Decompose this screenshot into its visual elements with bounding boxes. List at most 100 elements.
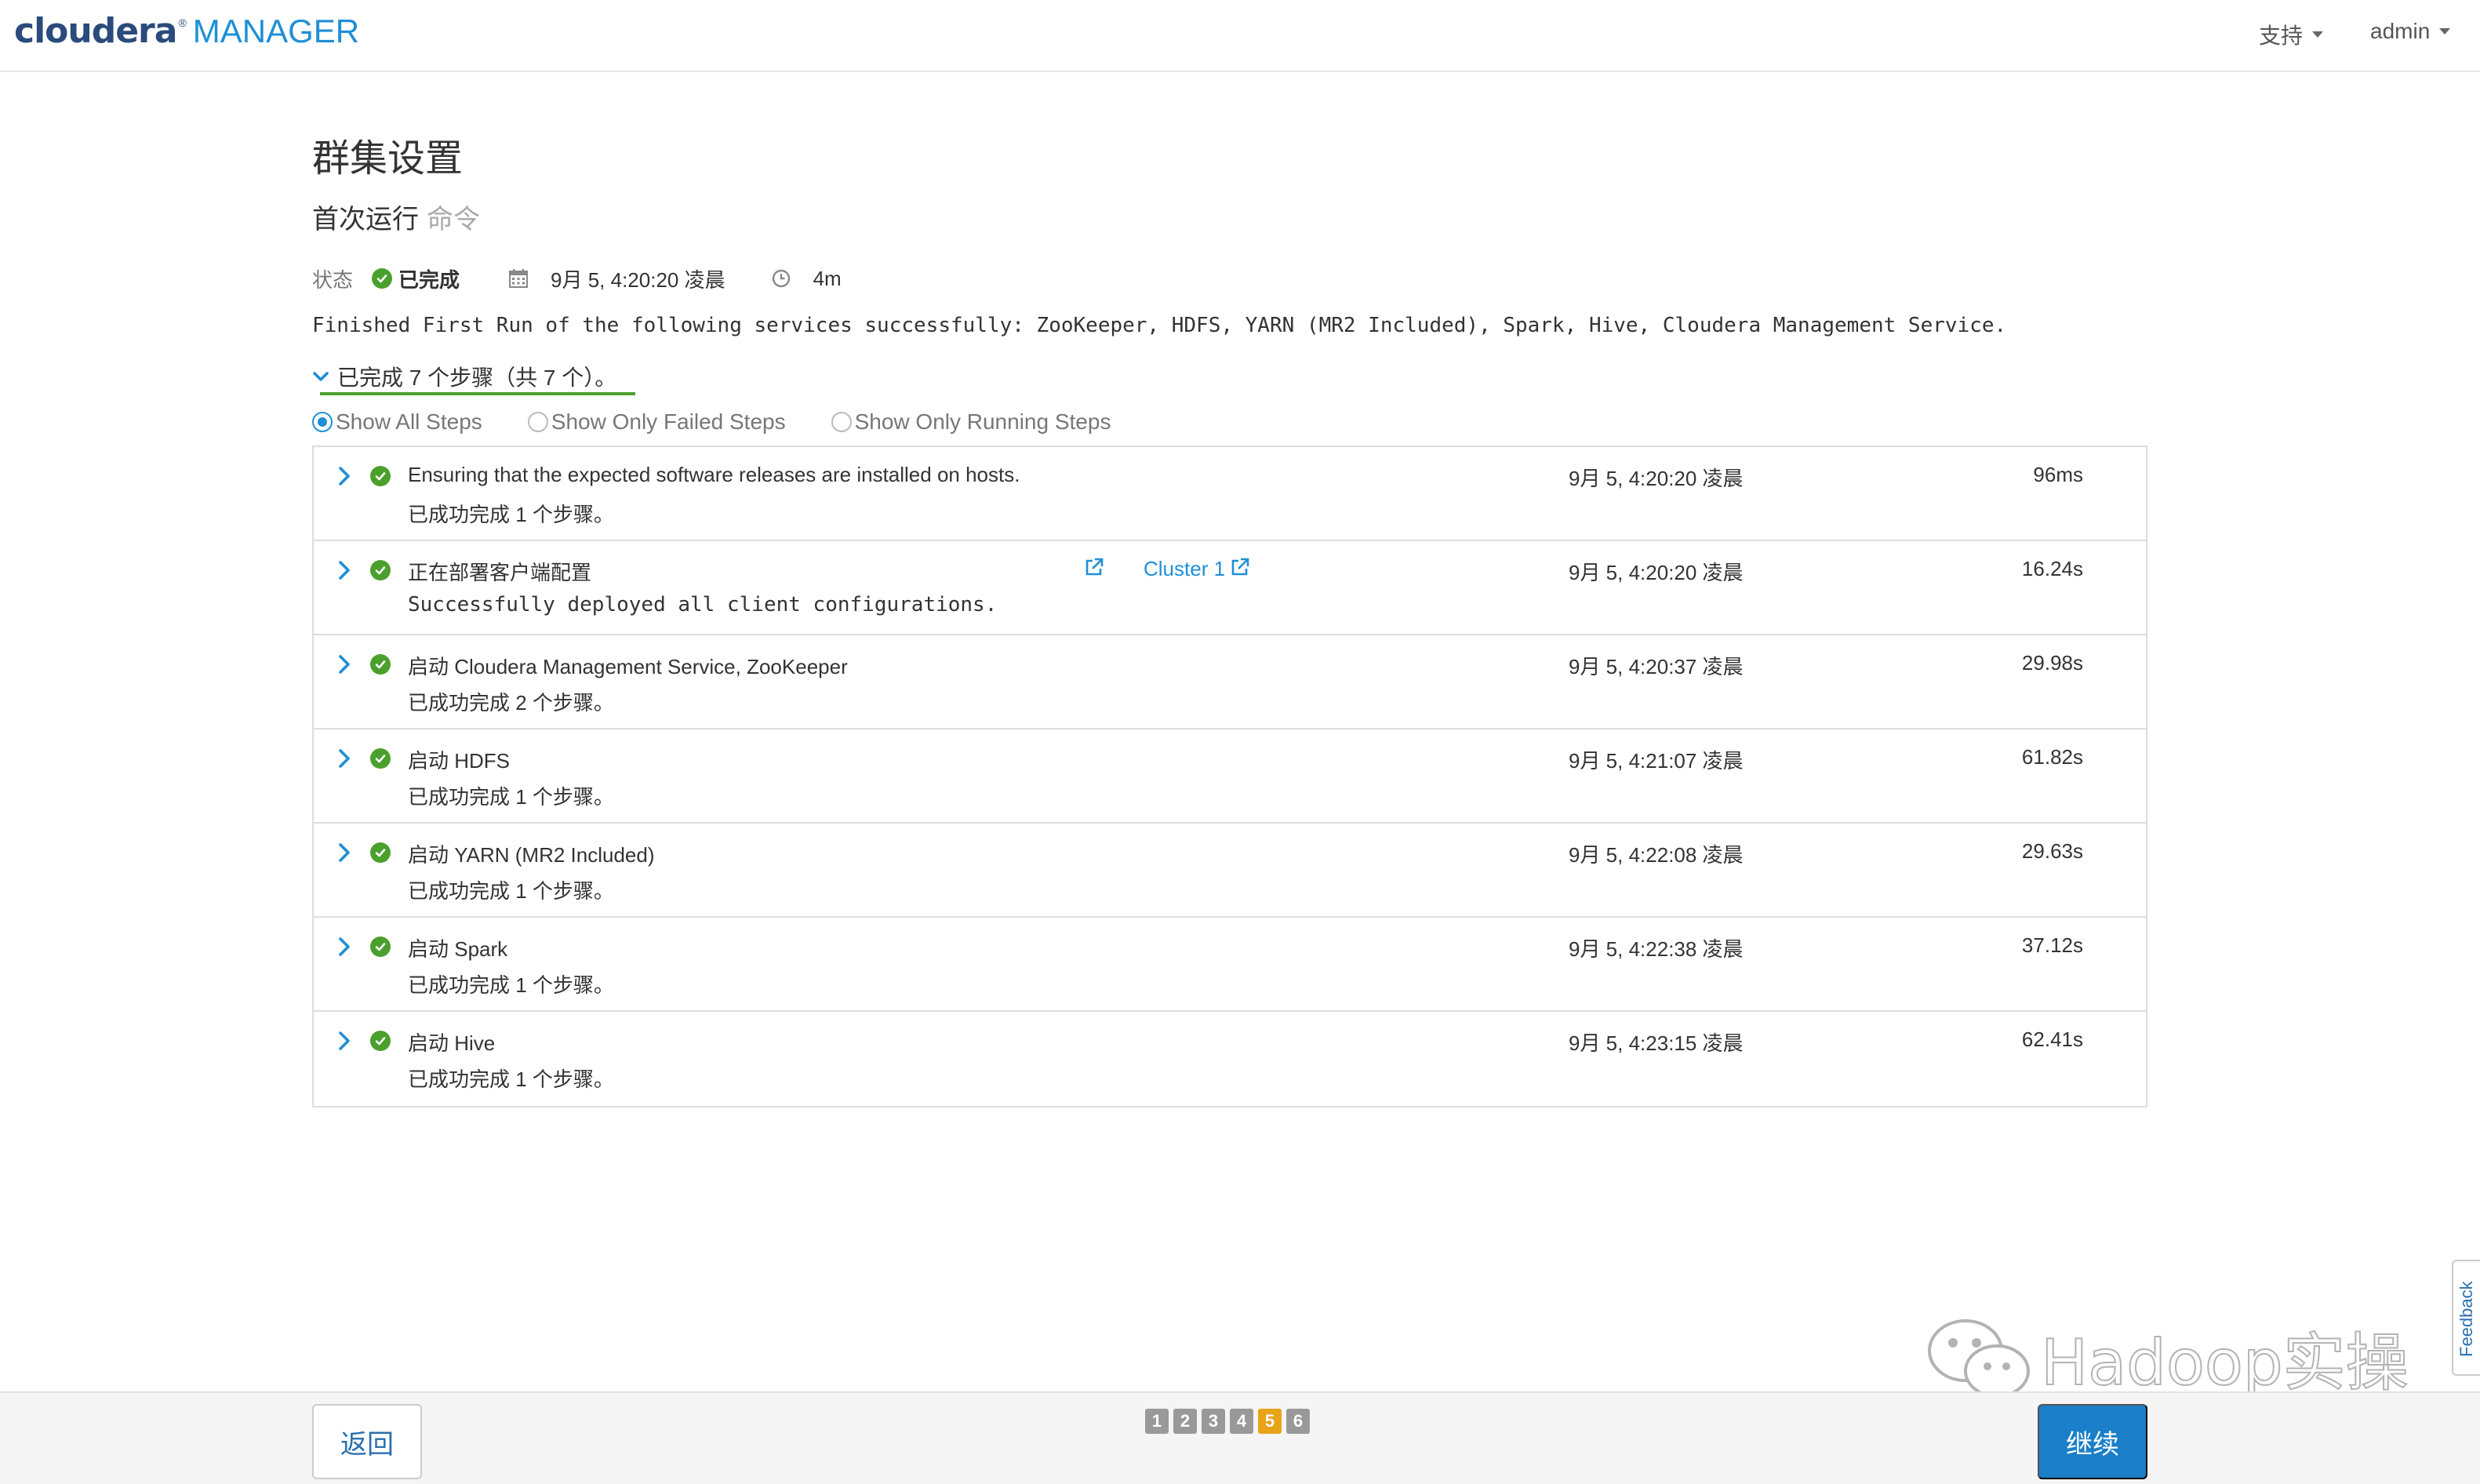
step-detail: 已成功完成 1 个步骤。	[408, 785, 614, 809]
step-detail: 已成功完成 1 个步骤。	[408, 879, 614, 903]
command-name: 首次运行	[312, 205, 419, 235]
check-circle-icon	[370, 466, 391, 486]
external-link-icon[interactable]	[1084, 557, 1104, 577]
feedback-tab[interactable]: Feedback	[2452, 1260, 2480, 1376]
logo-main-text: cloudera	[14, 11, 177, 51]
check-circle-icon	[370, 748, 391, 769]
step-start-time: 9月 5, 4:21:07 凌晨	[1569, 749, 1744, 773]
cluster-link-label: Cluster 1	[1144, 557, 1226, 580]
step-duration: 62.41s	[2021, 1028, 2083, 1051]
status-value: 已完成	[398, 267, 460, 292]
step-detail: 已成功完成 2 个步骤。	[408, 691, 614, 715]
step-filters: Show All Steps Show Only Failed Steps Sh…	[312, 406, 1111, 438]
feedback-label: Feedback	[2456, 1281, 2476, 1357]
wizard-step-2[interactable]: 2	[1173, 1409, 1197, 1434]
top-navbar: cloudera ® MANAGER 支持 admin	[0, 0, 2480, 72]
caret-down-icon	[2439, 28, 2451, 35]
external-link-icon[interactable]	[1230, 557, 1250, 577]
wizard-footer: 返回 1 2 3 4 5 6 继续	[0, 1391, 2480, 1484]
radio-unselected-icon[interactable]	[527, 412, 548, 432]
watermark-text: Hadoop实操	[2040, 1326, 2409, 1400]
page-title: 群集设置	[312, 138, 464, 180]
table-row: Ensuring that the expected software rele…	[314, 447, 2146, 541]
wechat-logo-icon	[1928, 1319, 2030, 1398]
filter-running-steps[interactable]: Show Only Running Steps	[831, 409, 1111, 435]
radio-selected-icon[interactable]	[312, 412, 333, 432]
status-date: 9月 5, 4:20:20 凌晨	[551, 267, 725, 292]
filter-failed-steps[interactable]: Show Only Failed Steps	[527, 409, 786, 435]
filter-all-steps[interactable]: Show All Steps	[312, 409, 482, 435]
step-title: 启动 YARN (MR2 Included)	[408, 843, 655, 867]
wechat-watermark: Hadoop实操	[1920, 1315, 2409, 1401]
support-menu-label: 支持	[2259, 24, 2304, 48]
wizard-step-1[interactable]: 1	[1145, 1409, 1169, 1434]
command-subtitle: 首次运行 命令	[312, 198, 480, 236]
chevron-right-icon[interactable]	[336, 842, 353, 863]
chevron-down-icon	[313, 372, 329, 381]
wizard-step-4[interactable]: 4	[1230, 1409, 1253, 1434]
cluster-link[interactable]: Cluster 1	[1144, 557, 1225, 581]
check-circle-icon	[372, 268, 393, 289]
filter-failed-label: Show Only Failed Steps	[551, 409, 786, 434]
wizard-step-5-current[interactable]: 5	[1258, 1409, 1282, 1434]
step-detail: 已成功完成 1 个步骤。	[408, 503, 614, 526]
step-title: 启动 Cloudera Management Service, ZooKeepe…	[408, 655, 848, 678]
calendar-icon	[509, 269, 529, 288]
table-row: 启动 YARN (MR2 Included) 已成功完成 1 个步骤。 9月 5…	[314, 824, 2146, 918]
step-start-time: 9月 5, 4:23:15 凌晨	[1569, 1031, 1744, 1055]
step-duration: 61.82s	[2021, 745, 2083, 769]
run-summary: Finished First Run of the following serv…	[312, 314, 2007, 337]
wizard-step-pager: 1 2 3 4 5 6	[1145, 1409, 1315, 1434]
support-menu[interactable]: 支持	[2259, 19, 2324, 50]
table-row: 启动 Hive 已成功完成 1 个步骤。 9月 5, 4:23:15 凌晨 62…	[314, 1012, 2146, 1106]
step-duration: 29.63s	[2021, 839, 2083, 863]
logo-registered-mark: ®	[178, 16, 187, 29]
steps-table: Ensuring that the expected software rele…	[312, 446, 2147, 1108]
table-row: 启动 Cloudera Management Service, ZooKeepe…	[314, 635, 2146, 729]
step-duration: 16.24s	[2021, 557, 2083, 580]
chevron-right-icon[interactable]	[336, 1031, 353, 1051]
status-label: 状态	[312, 267, 354, 292]
check-circle-icon	[370, 560, 391, 580]
chevron-right-icon[interactable]	[336, 654, 353, 675]
step-start-time: 9月 5, 4:22:38 凌晨	[1569, 937, 1744, 961]
step-start-time: 9月 5, 4:20:37 凌晨	[1569, 655, 1744, 678]
status-line: 状态 已完成 9月 5, 4:20:20 凌晨 4m	[312, 263, 842, 294]
wizard-step-3[interactable]: 3	[1202, 1409, 1225, 1434]
step-detail: Successfully deployed all client configu…	[408, 593, 998, 617]
chevron-right-icon[interactable]	[336, 748, 353, 769]
logo-sub-text: MANAGER	[192, 13, 360, 49]
back-button[interactable]: 返回	[312, 1404, 422, 1479]
step-title: 正在部署客户端配置	[408, 561, 592, 584]
step-start-time: 9月 5, 4:20:20 凌晨	[1569, 561, 1744, 584]
user-menu[interactable]: admin	[2370, 19, 2451, 44]
step-duration: 96ms	[2033, 463, 2083, 486]
chevron-right-icon[interactable]	[336, 466, 353, 486]
completed-progress-underline	[320, 392, 635, 395]
step-detail: 已成功完成 1 个步骤。	[408, 973, 614, 997]
table-row: 启动 HDFS 已成功完成 1 个步骤。 9月 5, 4:21:07 凌晨 61…	[314, 729, 2146, 824]
status-duration: 4m	[813, 266, 842, 290]
continue-button[interactable]: 继续	[2038, 1404, 2147, 1479]
filter-running-label: Show Only Running Steps	[854, 409, 1111, 434]
step-title: 启动 HDFS	[408, 749, 511, 773]
user-menu-label: admin	[2370, 19, 2431, 43]
cloudera-manager-logo[interactable]: cloudera ® MANAGER	[14, 11, 359, 58]
check-circle-icon	[370, 842, 391, 863]
chevron-right-icon[interactable]	[336, 560, 353, 580]
completed-steps-text: 已完成 7 个步骤（共 7 个）。	[337, 366, 617, 390]
wizard-step-6[interactable]: 6	[1286, 1409, 1310, 1434]
check-circle-icon	[370, 1031, 391, 1051]
completed-steps-toggle[interactable]: 已完成 7 个步骤（共 7 个）。	[312, 359, 616, 394]
filter-all-label: Show All Steps	[336, 409, 482, 434]
chevron-right-icon[interactable]	[336, 937, 353, 957]
radio-unselected-icon[interactable]	[831, 412, 852, 432]
check-circle-icon	[370, 654, 391, 675]
step-title: Ensuring that the expected software rele…	[408, 463, 1020, 486]
command-type: 命令	[427, 205, 480, 235]
step-duration: 29.98s	[2021, 651, 2083, 675]
step-duration: 37.12s	[2021, 933, 2083, 957]
step-title: 启动 Hive	[408, 1031, 496, 1055]
check-circle-icon	[370, 937, 391, 957]
step-start-time: 9月 5, 4:22:08 凌晨	[1569, 843, 1744, 867]
